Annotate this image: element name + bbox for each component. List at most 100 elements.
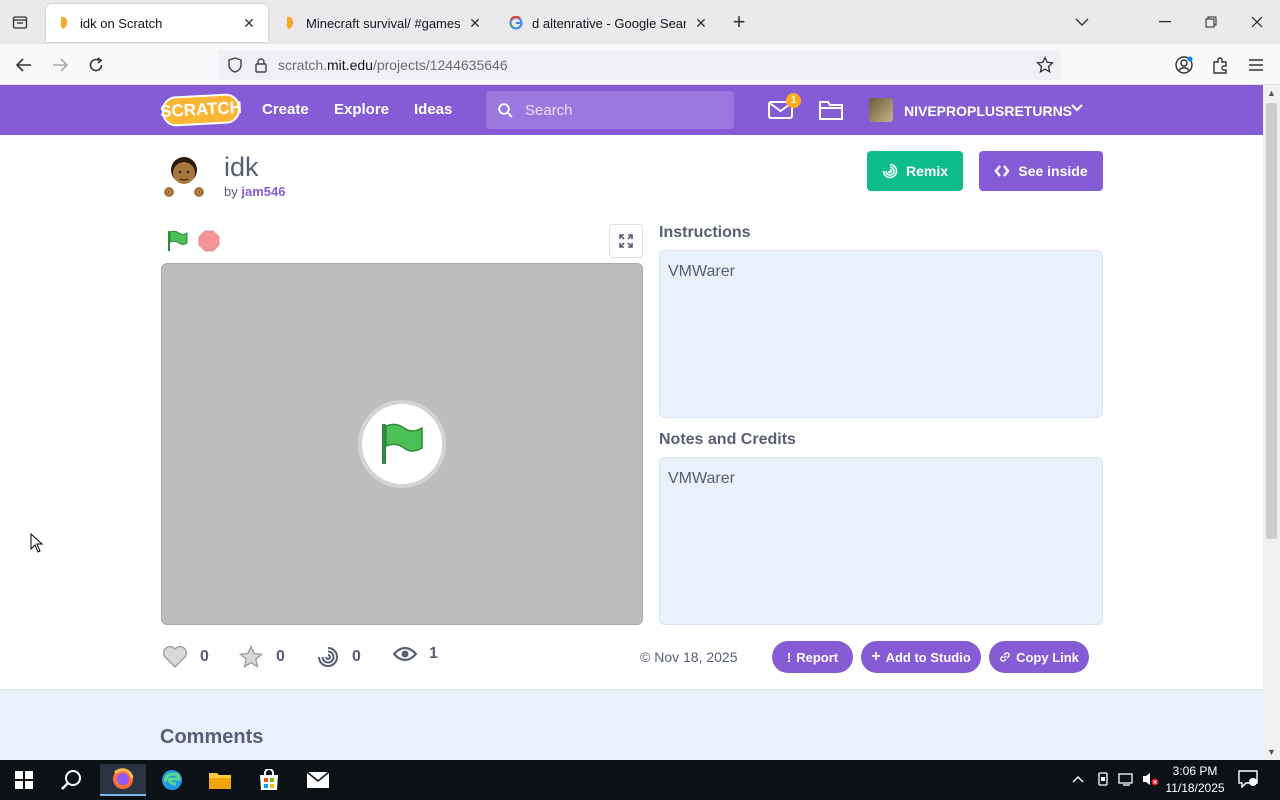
see-inside-button[interactable]: See inside	[979, 151, 1103, 191]
page-scrollbar[interactable]: ▲ ▼	[1263, 85, 1280, 760]
back-arrow-icon[interactable]	[12, 53, 36, 77]
edge-taskbar-icon[interactable]	[154, 764, 190, 796]
notifications-icon[interactable]	[1238, 770, 1258, 791]
remix-button[interactable]: Remix	[867, 151, 963, 191]
shield-icon[interactable]	[226, 57, 244, 73]
taskbar-clock[interactable]: 3:06 PM 11/18/2025	[1160, 763, 1230, 797]
firefox-taskbar-icon[interactable]	[100, 764, 146, 796]
see-inside-arrows-icon	[994, 165, 1010, 177]
address-bar[interactable]: scratch.mit.edu/projects/1244635646	[218, 50, 1061, 80]
see-inside-label: See inside	[1018, 163, 1088, 179]
love-count: 0	[200, 648, 209, 665]
tab-minecraft[interactable]: Minecraft survival/ #games #tre ✕	[272, 4, 494, 42]
minimize-icon[interactable]	[1153, 10, 1177, 34]
star-icon	[238, 645, 264, 668]
menu-hamburger-icon[interactable]	[1244, 53, 1268, 77]
tab-google-search[interactable]: d altenrative - Google Search ✕	[498, 4, 720, 42]
project-author-avatar[interactable]	[161, 152, 207, 198]
volume-muted-icon[interactable]	[1142, 771, 1160, 790]
username-label[interactable]: NIVEPROPLUSRETURNS	[904, 103, 1072, 119]
close-window-icon[interactable]	[1245, 10, 1269, 34]
stage-start-button[interactable]	[362, 404, 442, 484]
new-tab-icon[interactable]: +	[728, 11, 750, 34]
network-icon[interactable]	[1118, 771, 1136, 790]
copyright-icon: ©	[640, 649, 651, 665]
remix-count: 0	[352, 648, 361, 665]
forward-arrow-icon[interactable]	[48, 53, 72, 77]
view-count: 1	[429, 645, 438, 662]
tab-title: d altenrative - Google Search	[532, 15, 686, 31]
notes-heading: Notes and Credits	[659, 431, 796, 448]
remix-spiral-icon	[882, 163, 898, 179]
google-favicon-icon	[508, 15, 524, 31]
file-explorer-icon[interactable]	[202, 764, 238, 796]
exclamation-icon: !	[786, 649, 792, 665]
scratch-header: SCRATCH Create Explore Ideas Search 1 NI…	[0, 85, 1263, 135]
message-count-badge: 1	[786, 93, 801, 108]
copy-link-button[interactable]: Copy Link	[989, 641, 1089, 673]
comments-section	[0, 689, 1263, 760]
instructions-heading: Instructions	[659, 224, 751, 241]
microsoft-store-icon[interactable]	[251, 764, 287, 796]
scrollbar-thumb[interactable]	[1266, 103, 1277, 539]
clock-time: 3:06 PM	[1172, 764, 1218, 778]
tab-title: Minecraft survival/ #games #tre	[306, 15, 460, 31]
url-text: scratch.mit.edu/projects/1244635646	[278, 57, 508, 73]
my-stuff-folder-icon[interactable]	[818, 98, 844, 122]
chevron-down-icon[interactable]	[1070, 103, 1084, 113]
favorite-count: 0	[276, 648, 285, 665]
heart-icon	[162, 645, 188, 668]
scroll-up-icon[interactable]: ▲	[1267, 88, 1276, 98]
nav-explore-link[interactable]: Explore	[334, 101, 389, 118]
stop-sign-icon[interactable]	[198, 230, 220, 252]
project-byline: by jam546	[224, 184, 286, 199]
show-hidden-icons-chevron-up-icon[interactable]	[1072, 772, 1084, 786]
bookmark-star-icon[interactable]	[1035, 55, 1055, 75]
search-input[interactable]: Search	[486, 91, 734, 129]
remix-spiral-icon	[318, 647, 338, 667]
green-flag-icon	[382, 423, 423, 464]
copy-link-label: Copy Link	[1016, 649, 1079, 665]
add-to-studio-button[interactable]: + Add to Studio	[861, 641, 981, 673]
project-title: idk	[224, 152, 259, 182]
tab-overflow-chevron-icon[interactable]	[1070, 10, 1094, 34]
account-icon[interactable]	[1172, 53, 1196, 77]
notes-text: VMWarer	[659, 457, 1103, 625]
project-date: © Nov 18, 2025	[640, 649, 738, 665]
report-button[interactable]: ! Report	[772, 641, 853, 673]
scratch-favicon-icon	[282, 15, 298, 31]
green-flag-icon[interactable]	[165, 229, 189, 253]
scratch-logo[interactable]: SCRATCH	[160, 92, 242, 128]
eye-icon	[393, 646, 417, 662]
close-tab-icon[interactable]: ✕	[466, 14, 484, 32]
link-icon	[1000, 652, 1010, 662]
user-avatar[interactable]	[869, 98, 893, 122]
fullscreen-button[interactable]	[609, 224, 643, 258]
lock-icon[interactable]	[252, 57, 270, 73]
scroll-down-icon[interactable]: ▼	[1267, 747, 1276, 757]
project-stage[interactable]	[161, 263, 643, 625]
close-tab-icon[interactable]: ✕	[692, 14, 710, 32]
tab-scratch[interactable]: idk on Scratch ✕	[46, 4, 268, 42]
extensions-icon[interactable]	[1208, 53, 1232, 77]
add-to-studio-label: Add to Studio	[885, 649, 971, 665]
close-tab-icon[interactable]: ✕	[240, 14, 258, 32]
mail-icon[interactable]	[300, 764, 336, 796]
scratch-favicon-icon	[56, 15, 72, 31]
clock-date: 11/18/2025	[1165, 781, 1225, 795]
device-icon[interactable]	[1096, 771, 1110, 790]
tab-list-icon[interactable]	[8, 10, 32, 34]
favorite-stat[interactable]: 0	[238, 645, 285, 669]
love-stat[interactable]: 0	[162, 645, 209, 669]
reload-icon[interactable]	[84, 53, 108, 77]
view-stat: 1	[393, 645, 438, 663]
tab-title: idk on Scratch	[80, 15, 163, 31]
nav-ideas-link[interactable]: Ideas	[414, 101, 452, 118]
windows-start-icon[interactable]	[6, 764, 42, 796]
search-placeholder: Search	[525, 101, 573, 119]
author-link[interactable]: jam546	[241, 184, 285, 199]
search-icon[interactable]	[54, 764, 90, 796]
search-icon	[498, 102, 513, 118]
nav-create-link[interactable]: Create	[262, 101, 309, 118]
restore-icon[interactable]	[1199, 10, 1223, 34]
